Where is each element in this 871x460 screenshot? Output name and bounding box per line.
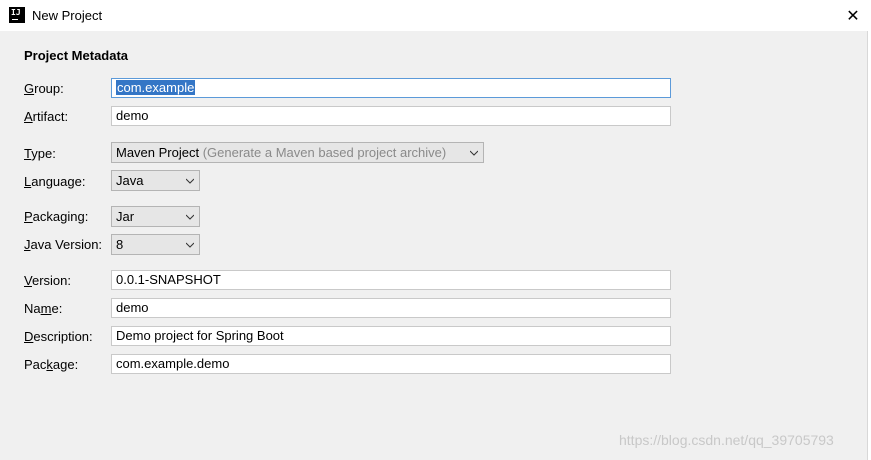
group-label: Group: — [24, 81, 64, 96]
language-dropdown[interactable]: Java — [111, 170, 200, 191]
description-label: Description: — [24, 329, 93, 344]
artifact-label: Artifact: — [24, 109, 69, 124]
chevron-down-icon — [186, 214, 194, 220]
title-bar: IJ New Project ✕ — [0, 0, 871, 31]
language-label: Language: — [24, 174, 86, 189]
packaging-label: Packaging: — [24, 209, 89, 224]
packaging-dropdown[interactable]: Jar — [111, 206, 200, 227]
chevron-down-icon — [470, 150, 478, 156]
version-input[interactable]: 0.0.1-SNAPSHOT — [111, 270, 671, 290]
name-label: Name: — [24, 301, 63, 316]
intellij-app-icon: IJ — [9, 7, 25, 23]
close-icon: ✕ — [846, 6, 860, 25]
package-label: Package: — [24, 357, 79, 372]
type-dropdown[interactable]: Maven Project (Generate a Maven based pr… — [111, 142, 484, 163]
group-input[interactable]: com.example — [111, 78, 671, 98]
java-version-dropdown[interactable]: 8 — [111, 234, 200, 255]
chevron-down-icon — [186, 178, 194, 184]
watermark: https://blog.csdn.net/qq_39705793 — [619, 432, 834, 448]
window-title: New Project — [32, 8, 103, 23]
close-button[interactable]: ✕ — [838, 0, 868, 31]
java-version-label: Java Version: — [24, 237, 103, 252]
chevron-down-icon — [186, 242, 194, 248]
description-input[interactable]: Demo project for Spring Boot — [111, 326, 671, 346]
name-input[interactable]: demo — [111, 298, 671, 318]
version-label: Version: — [24, 273, 71, 288]
type-label: Type: — [24, 146, 56, 161]
package-input[interactable]: com.example.demo — [111, 354, 671, 374]
artifact-input[interactable]: demo — [111, 106, 671, 126]
section-title: Project Metadata — [24, 48, 129, 63]
